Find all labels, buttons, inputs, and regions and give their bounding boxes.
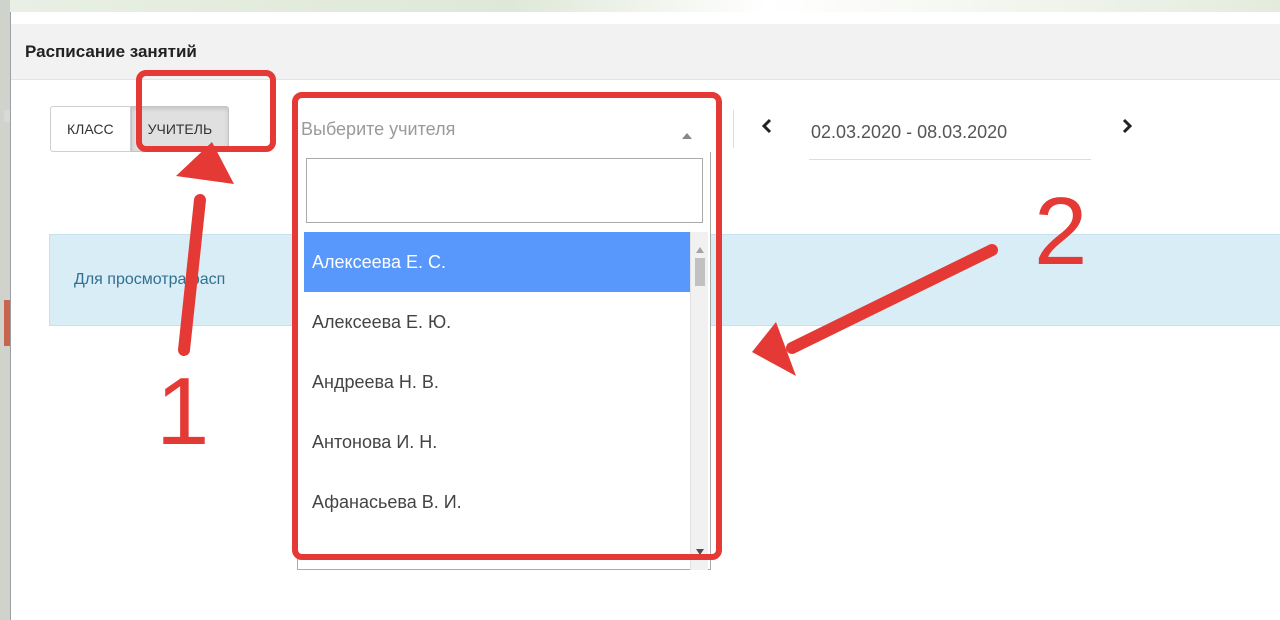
- teacher-option[interactable]: Антонова И. Н.: [304, 412, 690, 472]
- scroll-down-icon[interactable]: [696, 542, 704, 560]
- annotation-label-2: 2: [1034, 178, 1088, 285]
- mode-toggle-group: КЛАСС УЧИТЕЛЬ: [50, 106, 230, 152]
- modal-header: Расписание занятий: [11, 24, 1280, 80]
- background-page-edge: [0, 0, 10, 620]
- teacher-option[interactable]: Алексеева Е. Ю.: [304, 292, 690, 352]
- week-date-range[interactable]: 02.03.2020 - 08.03.2020: [809, 106, 1091, 160]
- class-mode-button[interactable]: КЛАСС: [50, 106, 131, 152]
- teacher-option[interactable]: Алексеева Е. С.: [304, 232, 690, 292]
- teacher-select-head[interactable]: Выберите учителя: [297, 106, 711, 152]
- schedule-modal: Расписание занятий КЛАСС УЧИТЕЛЬ Для про…: [10, 12, 1280, 620]
- divider: [733, 110, 734, 148]
- background-page-strip: [0, 0, 1280, 12]
- chevron-left-icon[interactable]: [761, 116, 773, 138]
- info-alert-text: Для просмотра расп: [74, 271, 226, 288]
- teacher-option[interactable]: Андреева Н. В.: [304, 352, 690, 412]
- date-range-text: 02.03.2020 - 08.03.2020: [811, 122, 1008, 142]
- teacher-dropdown: Алексеева Е. С. Алексеева Е. Ю. Андреева…: [297, 152, 711, 570]
- scroll-up-icon[interactable]: [696, 240, 704, 258]
- caret-up-icon[interactable]: [681, 124, 693, 145]
- teacher-search-input[interactable]: [306, 158, 703, 223]
- teacher-select[interactable]: Выберите учителя Алексеева Е. С. Алексее…: [297, 106, 711, 570]
- teacher-options-list: Алексеева Е. С. Алексеева Е. Ю. Андреева…: [304, 232, 690, 570]
- modal-body: КЛАСС УЧИТЕЛЬ Для просмотра расп Выберит…: [11, 80, 1280, 620]
- dropdown-scrollbar[interactable]: [690, 232, 708, 570]
- teacher-mode-button[interactable]: УЧИТЕЛЬ: [130, 106, 230, 152]
- modal-title: Расписание занятий: [25, 41, 197, 61]
- annotation-label-1: 1: [156, 358, 210, 465]
- scrollbar-thumb[interactable]: [695, 258, 705, 286]
- teacher-option[interactable]: Афанасьева В. И.: [304, 472, 690, 532]
- teacher-select-placeholder: Выберите учителя: [301, 118, 456, 139]
- chevron-right-icon[interactable]: [1121, 116, 1133, 138]
